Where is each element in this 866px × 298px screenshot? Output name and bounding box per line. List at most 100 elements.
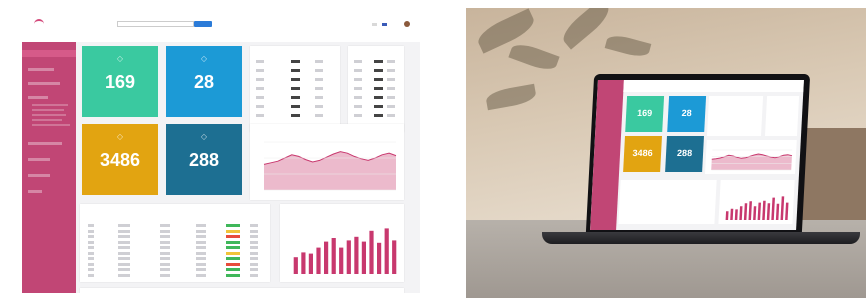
sidebar-item-2[interactable]: [28, 82, 60, 85]
table-row: [354, 114, 398, 119]
stat-tile[interactable]: ◇ 288: [166, 124, 242, 195]
screen-stat-tile: 3486: [623, 136, 662, 172]
bar-chart: [293, 228, 397, 274]
table-row: [256, 96, 334, 101]
flag-icon[interactable]: [382, 23, 387, 26]
stat-value: 169: [104, 72, 136, 92]
bar: [743, 203, 748, 220]
table-row: [256, 60, 334, 65]
orders-card: [348, 46, 404, 132]
bar: [339, 247, 344, 274]
table-row: [256, 114, 334, 119]
screen-stat-value: 3486: [632, 148, 653, 158]
sidebar-item-6[interactable]: [28, 174, 50, 177]
screen-card: [706, 96, 764, 136]
table-row: [354, 60, 398, 65]
dashboard-screenshot: ◇ 169 ◇ 28 ◇ 3486 ◇ 288: [22, 8, 420, 293]
plant-shadow: [484, 83, 538, 111]
box-icon: ◇: [116, 54, 124, 63]
sidebar-subitem[interactable]: [32, 124, 70, 126]
leaf-icon: ◇: [116, 132, 124, 141]
table-row: [88, 246, 264, 250]
bar: [377, 242, 382, 274]
stat-value: 288: [188, 150, 220, 170]
sidebar: [22, 8, 76, 293]
bar: [734, 209, 738, 220]
bar: [753, 206, 757, 220]
sidebar-item-3[interactable]: [28, 96, 48, 99]
laptop-photo: 169 28 3486 288: [466, 8, 866, 298]
bar: [762, 200, 766, 220]
stat-value: 28: [193, 72, 215, 92]
table-row: [256, 78, 334, 83]
bar: [354, 236, 359, 274]
stat-tile[interactable]: ◇ 169: [82, 46, 158, 117]
table-row: [88, 224, 264, 228]
sidebar-subitem[interactable]: [32, 109, 64, 111]
table-row: [88, 240, 264, 245]
screen-stat-tile: 169: [625, 96, 665, 132]
search-button[interactable]: [194, 21, 212, 27]
bar: [725, 211, 729, 220]
bar: [748, 201, 752, 220]
logo: [22, 8, 76, 42]
bar: [780, 196, 785, 220]
bar: [766, 203, 771, 220]
bar-chart-card: [280, 204, 404, 282]
screen-chart-card: [705, 140, 797, 174]
top-bar: [76, 8, 420, 42]
bar: [324, 241, 329, 274]
recycle-icon: ◇: [200, 132, 208, 141]
flag-icon[interactable]: [372, 23, 377, 26]
sidebar-subitem[interactable]: [32, 104, 68, 106]
screen-card: [764, 96, 800, 136]
bar: [775, 203, 780, 220]
search-input[interactable]: [117, 21, 194, 27]
footer-card: [80, 288, 404, 293]
avatar[interactable]: [404, 21, 410, 27]
table-row: [354, 87, 398, 92]
products-card: [250, 46, 340, 132]
stat-tile[interactable]: ◇ 3486: [82, 124, 158, 195]
sidebar-active-item[interactable]: [22, 50, 76, 57]
table-row: [256, 69, 334, 74]
table-row: [256, 87, 334, 92]
screen-stat-tile: 28: [667, 96, 707, 132]
sidebar-item-7[interactable]: [28, 190, 42, 193]
table-row: [88, 273, 264, 278]
bar: [771, 197, 775, 220]
stat-tile[interactable]: ◇ 28: [166, 46, 242, 117]
screen-stat-tile: 288: [665, 136, 704, 172]
bar: [316, 247, 321, 274]
bar: [392, 240, 397, 274]
screen-stat-value: 169: [636, 108, 653, 118]
sidebar-item-4[interactable]: [28, 142, 62, 145]
table-row: [354, 78, 398, 83]
bar: [369, 230, 374, 274]
sidebar-subitem[interactable]: [32, 114, 66, 116]
table-row: [88, 229, 264, 234]
screen-stat-value: 288: [676, 148, 693, 158]
table-row: [354, 96, 398, 101]
laptop-base: [542, 232, 860, 244]
screen-topbar: [623, 80, 804, 92]
sidebar-item-1[interactable]: [28, 68, 54, 71]
screen-area-chart: [711, 149, 793, 171]
bar: [757, 202, 762, 220]
bag-icon: ◇: [200, 54, 208, 63]
table-row: [88, 257, 264, 261]
stat-value: 3486: [99, 150, 141, 170]
bar: [785, 202, 789, 220]
screen-bar-chart: [725, 196, 789, 220]
table-row: [354, 69, 398, 74]
sidebar-subitem[interactable]: [32, 119, 62, 121]
logo-mark: [34, 19, 44, 25]
bar: [301, 252, 306, 274]
sidebar-item-5[interactable]: [28, 158, 50, 161]
area-chart-card: [250, 124, 404, 200]
table-row: [256, 105, 334, 110]
bar: [384, 228, 389, 274]
bar: [361, 241, 366, 274]
table-row: [88, 262, 264, 267]
bar: [730, 208, 734, 220]
